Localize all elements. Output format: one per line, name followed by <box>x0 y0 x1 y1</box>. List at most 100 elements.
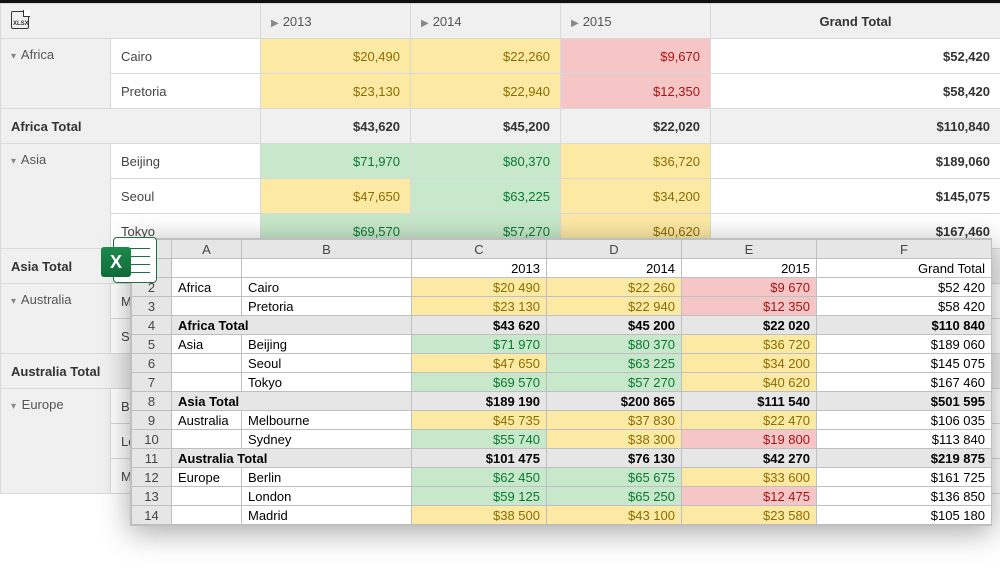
value-cell[interactable]: $55 740 <box>412 430 547 449</box>
cell[interactable]: Africa <box>172 278 242 297</box>
cell[interactable]: Asia <box>172 335 242 354</box>
value-cell[interactable]: $22,940 <box>411 74 561 109</box>
region-cell[interactable]: ▾ Australia <box>1 284 111 354</box>
cell[interactable]: Beijing <box>242 335 412 354</box>
total-value-cell[interactable]: $110 840 <box>817 316 992 335</box>
value-cell[interactable]: $22 470 <box>682 411 817 430</box>
cell[interactable] <box>172 354 242 373</box>
total-value-cell[interactable]: $200 865 <box>547 392 682 411</box>
value-cell[interactable]: $47 650 <box>412 354 547 373</box>
cell[interactable]: Seoul <box>242 354 412 373</box>
column-header[interactable]: D <box>547 240 682 259</box>
column-header[interactable]: C <box>412 240 547 259</box>
row-total-cell[interactable]: $52 420 <box>817 278 992 297</box>
total-value-cell[interactable]: $45 200 <box>547 316 682 335</box>
value-cell[interactable]: $80,370 <box>411 144 561 179</box>
row-total-cell[interactable]: $58 420 <box>817 297 992 316</box>
row-header[interactable]: 11 <box>132 449 172 468</box>
value-cell[interactable]: $33 600 <box>682 468 817 487</box>
value-cell[interactable]: $45 735 <box>412 411 547 430</box>
cell[interactable] <box>172 373 242 392</box>
value-cell[interactable]: $22,260 <box>411 39 561 74</box>
row-total-cell[interactable]: $189 060 <box>817 335 992 354</box>
city-cell[interactable]: Pretoria <box>111 74 261 109</box>
value-cell[interactable]: $20 490 <box>412 278 547 297</box>
row-total-cell[interactable]: $106 035 <box>817 411 992 430</box>
cell[interactable]: Australia <box>172 411 242 430</box>
value-cell[interactable]: $65 250 <box>547 487 682 506</box>
value-cell[interactable]: $36 720 <box>682 335 817 354</box>
total-label-cell[interactable]: Australia Total <box>172 449 412 468</box>
cell[interactable] <box>172 297 242 316</box>
value-cell[interactable]: $63,225 <box>411 179 561 214</box>
city-cell[interactable]: Beijing <box>111 144 261 179</box>
value-cell[interactable]: $65 675 <box>547 468 682 487</box>
total-value-cell[interactable]: $101 475 <box>412 449 547 468</box>
value-cell[interactable]: $71 970 <box>412 335 547 354</box>
row-total-cell[interactable]: $145 075 <box>817 354 992 373</box>
cell[interactable] <box>242 259 412 278</box>
row-total-cell[interactable]: $58,420 <box>711 74 1000 109</box>
column-header[interactable]: E <box>682 240 817 259</box>
cell[interactable]: 2013 <box>412 259 547 278</box>
region-cell[interactable]: ▾ Asia <box>1 144 111 249</box>
value-cell[interactable]: $34 200 <box>682 354 817 373</box>
city-cell[interactable]: Seoul <box>111 179 261 214</box>
row-header[interactable]: 8 <box>132 392 172 411</box>
row-total-cell[interactable]: $52,420 <box>711 39 1000 74</box>
total-label-cell[interactable]: Africa Total <box>172 316 412 335</box>
total-value-cell[interactable]: $43 620 <box>412 316 547 335</box>
cell[interactable] <box>172 430 242 449</box>
value-cell[interactable]: $19 800 <box>682 430 817 449</box>
row-header[interactable]: 7 <box>132 373 172 392</box>
cell[interactable]: Pretoria <box>242 297 412 316</box>
value-cell[interactable]: $23 130 <box>412 297 547 316</box>
cell[interactable]: Grand Total <box>817 259 992 278</box>
row-header[interactable]: 3 <box>132 297 172 316</box>
value-cell[interactable]: $12 475 <box>682 487 817 506</box>
export-xlsx-button[interactable] <box>1 4 261 39</box>
region-cell[interactable]: ▾ Africa <box>1 39 111 109</box>
total-value-cell[interactable]: $111 540 <box>682 392 817 411</box>
value-cell[interactable]: $12 350 <box>682 297 817 316</box>
value-cell[interactable]: $9 670 <box>682 278 817 297</box>
value-cell[interactable]: $37 830 <box>547 411 682 430</box>
row-header[interactable]: 12 <box>132 468 172 487</box>
column-header[interactable]: B <box>242 240 412 259</box>
value-cell[interactable]: $22 260 <box>547 278 682 297</box>
value-cell[interactable]: $71,970 <box>261 144 411 179</box>
total-value-cell[interactable]: $22 020 <box>682 316 817 335</box>
cell[interactable]: 2015 <box>682 259 817 278</box>
row-total-cell[interactable]: $113 840 <box>817 430 992 449</box>
cell[interactable] <box>172 506 242 525</box>
row-header[interactable]: 13 <box>132 487 172 506</box>
value-cell[interactable]: $34,200 <box>561 179 711 214</box>
total-value-cell[interactable]: $219 875 <box>817 449 992 468</box>
row-header[interactable]: 10 <box>132 430 172 449</box>
cell[interactable]: Melbourne <box>242 411 412 430</box>
value-cell[interactable]: $12,350 <box>561 74 711 109</box>
region-cell[interactable]: ▾ Europe <box>1 389 111 494</box>
row-header[interactable]: 14 <box>132 506 172 525</box>
year-header[interactable]: ▶2015 <box>561 4 711 39</box>
total-label-cell[interactable]: Asia Total <box>172 392 412 411</box>
row-total-cell[interactable]: $167 460 <box>817 373 992 392</box>
value-cell[interactable]: $23 580 <box>682 506 817 525</box>
row-header[interactable]: 9 <box>132 411 172 430</box>
value-cell[interactable]: $40 620 <box>682 373 817 392</box>
value-cell[interactable]: $36,720 <box>561 144 711 179</box>
cell[interactable] <box>172 259 242 278</box>
value-cell[interactable]: $38 300 <box>547 430 682 449</box>
cell[interactable]: Sydney <box>242 430 412 449</box>
value-cell[interactable]: $57 270 <box>547 373 682 392</box>
value-cell[interactable]: $38 500 <box>412 506 547 525</box>
column-header[interactable]: A <box>172 240 242 259</box>
row-header[interactable]: 6 <box>132 354 172 373</box>
value-cell[interactable]: $9,670 <box>561 39 711 74</box>
row-header[interactable]: 5 <box>132 335 172 354</box>
cell[interactable] <box>172 487 242 506</box>
value-cell[interactable]: $43 100 <box>547 506 682 525</box>
column-header[interactable]: F <box>817 240 992 259</box>
value-cell[interactable]: $22 940 <box>547 297 682 316</box>
row-total-cell[interactable]: $189,060 <box>711 144 1000 179</box>
